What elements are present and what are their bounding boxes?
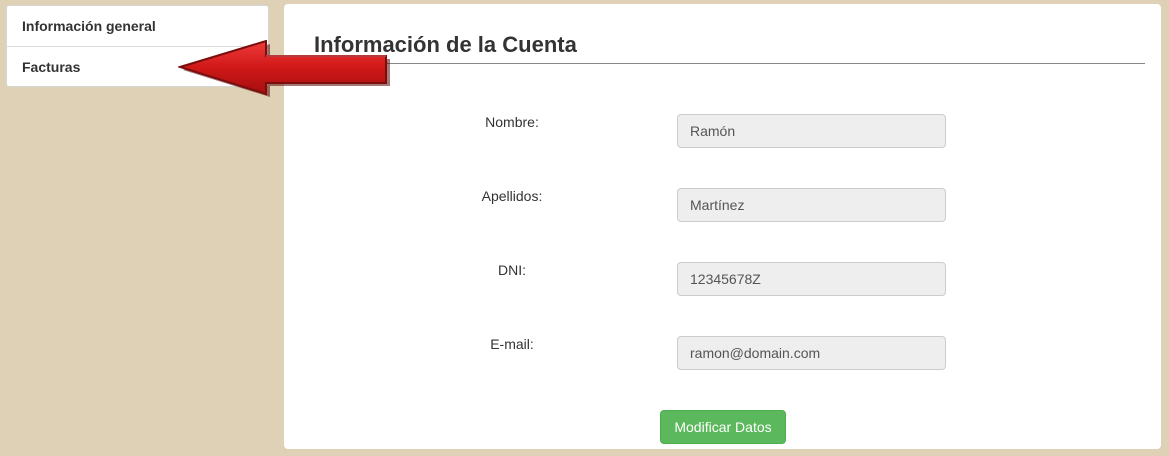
sidebar-item-informacion-general[interactable]: Información general (7, 6, 268, 46)
apellidos-label: Apellidos: (481, 188, 543, 204)
nombre-field[interactable] (677, 114, 946, 148)
form-row-email: E-mail: (284, 336, 1161, 370)
account-info-panel: Información de la Cuenta Nombre: Apellid… (284, 4, 1161, 449)
email-label: E-mail: (490, 336, 534, 352)
apellidos-field[interactable] (677, 188, 946, 222)
title-divider (313, 63, 1145, 64)
nombre-label: Nombre: (485, 114, 539, 130)
sidebar-item-label: Información general (22, 18, 156, 34)
dni-label: DNI: (498, 262, 526, 278)
sidebar-item-label: Facturas (22, 59, 81, 75)
form-row-dni: DNI: (284, 262, 1161, 296)
form-row-apellidos: Apellidos: (284, 188, 1161, 222)
sidebar-item-facturas[interactable]: Facturas (7, 46, 268, 86)
sidebar-menu: Información general Facturas (6, 5, 269, 87)
form-row-nombre: Nombre: (284, 114, 1161, 148)
email-field[interactable] (677, 336, 946, 370)
page-title: Información de la Cuenta (314, 32, 577, 57)
modificar-datos-button[interactable]: Modificar Datos (660, 410, 786, 444)
dni-field[interactable] (677, 262, 946, 296)
